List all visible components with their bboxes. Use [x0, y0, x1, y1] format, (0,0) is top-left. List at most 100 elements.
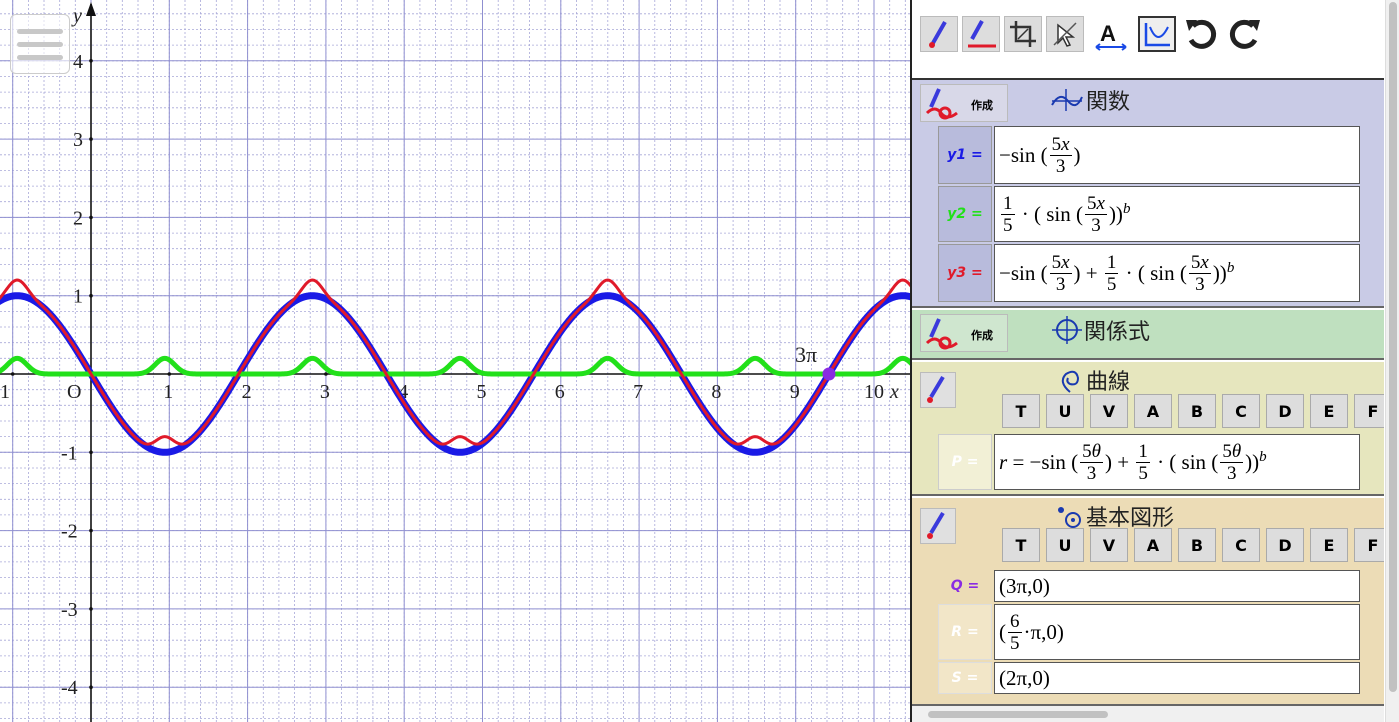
s-input[interactable]: (2π,0)	[994, 662, 1360, 694]
p-input[interactable]: r = −sin ( 5θ 3 ) + 15 · ( sin ( 5θ 3 ))b	[994, 434, 1360, 490]
curves-section: 曲線 T U V A B C D E F P = r = −sin ( 5θ 3 …	[912, 362, 1384, 496]
pointer-icon[interactable]	[1046, 16, 1084, 52]
letter-button-u[interactable]: U	[1046, 528, 1084, 562]
x-tick-label: 8	[711, 381, 721, 403]
relations-section: 作成 関係式	[912, 310, 1384, 360]
make-function-button[interactable]: 作成	[920, 84, 1008, 122]
x-tick-label: 9	[790, 381, 800, 403]
y-tick-label: 4	[73, 51, 83, 73]
horizontal-scrollbar[interactable]	[912, 706, 1384, 722]
letter-button-c[interactable]: C	[1222, 528, 1260, 562]
redo-icon[interactable]	[1226, 16, 1264, 52]
y-tick-label: 2	[73, 207, 83, 229]
y-tick-label: 1	[73, 286, 83, 308]
hamburger-menu-button[interactable]	[10, 14, 70, 74]
x-tick-label: 3	[320, 381, 330, 403]
y-tick	[89, 215, 93, 220]
s-label: S =	[938, 662, 992, 694]
curve-letter-buttons: T U V A B C D E F	[1002, 394, 1384, 428]
function-curve-icon	[1050, 87, 1084, 119]
y-axis-label: y	[71, 5, 82, 27]
relation-circle-icon	[1052, 316, 1082, 350]
letter-button-a[interactable]: A	[1134, 394, 1172, 428]
x-tick-label: O	[67, 381, 81, 403]
y-tick	[89, 293, 93, 298]
functions-title: 関数	[1050, 84, 1130, 119]
q-input[interactable]: (3π,0)	[994, 570, 1360, 602]
letter-button-e[interactable]: E	[1310, 528, 1348, 562]
pen-red-icon[interactable]	[920, 16, 958, 52]
letter-button-d[interactable]: D	[1266, 394, 1304, 428]
pen-icon	[927, 375, 945, 403]
menu-line	[17, 29, 63, 34]
basic-letter-buttons: T U V A B C D E F	[1002, 528, 1384, 562]
pen-line-icon[interactable]	[962, 16, 1000, 52]
curves-title-text: 曲線	[1086, 370, 1131, 395]
basic-pen-button[interactable]	[920, 508, 956, 544]
letter-button-v[interactable]: V	[1090, 394, 1128, 428]
y3-label: y3 =	[938, 244, 992, 302]
y2-input[interactable]: 15 · ( sin ( 5x 3 ))b	[994, 186, 1360, 242]
x-tick	[167, 372, 172, 376]
pen-icon	[927, 511, 945, 539]
y-tick-label: -3	[61, 599, 78, 621]
graph-svg[interactable]: 1 O 1 2 3 4 5 6 7 8 9 104321-1-2-3-4xy3π	[0, 0, 910, 722]
menu-line	[17, 55, 63, 60]
y1-input[interactable]: −sin ( 5x 3 )	[994, 126, 1360, 184]
scrollbar-thumb[interactable]	[1389, 2, 1397, 692]
letter-button-t[interactable]: T	[1002, 394, 1040, 428]
make-relation-button[interactable]: 作成	[920, 314, 1008, 352]
crop-icon[interactable]	[1004, 16, 1042, 52]
y-tick-label: -1	[61, 442, 78, 464]
letter-button-f[interactable]: F	[1354, 528, 1384, 562]
letter-button-c[interactable]: C	[1222, 394, 1260, 428]
vertical-scrollbar[interactable]	[1385, 0, 1399, 722]
r-value-open: (	[999, 619, 1006, 644]
menu-line	[17, 42, 63, 47]
y2-label: y2 =	[938, 186, 992, 242]
x-tick-label: 1	[163, 381, 173, 403]
x-tick	[324, 372, 328, 376]
scrollbar-thumb[interactable]	[928, 711, 1108, 718]
y-tick	[89, 450, 93, 455]
letter-button-t[interactable]: T	[1002, 528, 1040, 562]
r-input[interactable]: ( 65 ·π,0)	[994, 604, 1360, 660]
x-tick-label: 5	[477, 381, 487, 403]
y-tick	[89, 528, 93, 533]
y1-label: y1 =	[938, 126, 992, 184]
y-tick	[89, 685, 93, 689]
pen-loop-icon	[925, 88, 958, 120]
letter-button-v[interactable]: V	[1090, 528, 1128, 562]
y-tick-label: -2	[61, 521, 78, 543]
p-label: P =	[938, 434, 992, 490]
text-size-icon[interactable]: A	[1092, 16, 1130, 52]
x-tick-label: 7	[633, 381, 643, 403]
graph-frame-icon[interactable]	[1138, 16, 1176, 52]
letter-button-b[interactable]: B	[1178, 528, 1216, 562]
letter-button-u[interactable]: U	[1046, 394, 1084, 428]
curve-pen-button[interactable]	[920, 372, 956, 408]
x-tick	[10, 372, 15, 376]
letter-button-f[interactable]: F	[1354, 394, 1384, 428]
x-tick-label: 6	[555, 381, 565, 403]
letter-button-a[interactable]: A	[1134, 528, 1172, 562]
x-axis-label: x	[889, 381, 899, 403]
side-panel: A 作成 関数 y1 = −sin ( 5x 3) y2 = 1 5 · (…	[910, 0, 1384, 722]
letter-button-e[interactable]: E	[1310, 394, 1348, 428]
y3-input[interactable]: −sin ( 5x 3 ) + 15 · ( sin ( 5x 3 ))b	[994, 244, 1360, 302]
svg-text:A: A	[1100, 21, 1116, 46]
y-tick-label: -4	[61, 677, 78, 699]
toolbar: A	[912, 0, 1384, 80]
functions-title-text: 関数	[1086, 90, 1131, 115]
point-q	[822, 367, 836, 381]
make-label: 作成	[971, 329, 993, 342]
point-q-label: 3π	[795, 342, 817, 367]
letter-button-b[interactable]: B	[1178, 394, 1216, 428]
undo-icon[interactable]	[1182, 16, 1220, 52]
relations-title: 関係式	[1052, 314, 1150, 350]
functions-section: 作成 関数 y1 = −sin ( 5x 3 ) y2 = 15 · ( sin …	[912, 80, 1384, 308]
letter-button-d[interactable]: D	[1266, 528, 1304, 562]
x-tick-label: 1	[0, 381, 10, 403]
graph-canvas[interactable]: 1 O 1 2 3 4 5 6 7 8 9 10 4 3 2 1 -1 -2 -3 -4 x y 3π	[0, 0, 910, 722]
q-label: Q =	[938, 570, 992, 602]
